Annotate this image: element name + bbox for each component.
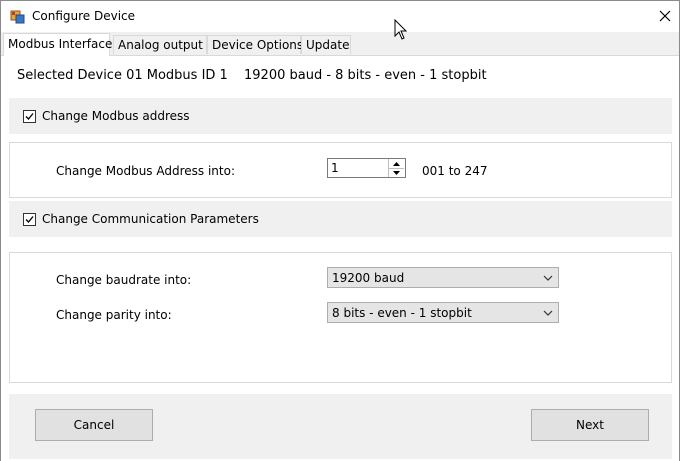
checkbox-check-icon [25,112,34,120]
baudrate-label: Change baudrate into: [56,273,192,287]
app-icon [10,10,25,24]
baudrate-value: 19200 baud [332,271,405,285]
selected-device-text: Selected Device 01 Modbus ID 1 [17,68,228,83]
spinner-buttons [388,159,405,177]
dropdown-arrow-icon [543,275,553,281]
change-address-checkbox[interactable] [23,109,36,123]
window-title: Configure Device [32,9,136,23]
spin-up-icon [393,161,400,166]
next-button[interactable]: Next [531,409,649,441]
change-address-checkbox-row[interactable]: Change Modbus address [23,109,190,123]
modbus-interface-panel: Selected Device 01 Modbus ID 1 19200 bau… [1,55,679,461]
cancel-button[interactable]: Cancel [35,409,153,441]
comm-section-header: Change Communication Parameters [9,201,672,237]
change-comm-checkbox-row[interactable]: Change Communication Parameters [23,212,259,226]
close-button[interactable] [651,3,679,29]
parity-select[interactable]: 8 bits - even - 1 stopbit [327,302,559,323]
parity-label: Change parity into: [56,308,172,322]
change-comm-label: Change Communication Parameters [42,212,259,226]
change-comm-checkbox[interactable] [23,212,36,226]
tab-strip: Modbus Interface Analog output Device Op… [1,33,679,56]
title-bar: Configure Device [1,1,679,32]
device-params-text: 19200 baud - 8 bits - even - 1 stopbit [244,68,487,83]
address-range-text: 001 to 247 [422,164,488,178]
tab-modbus-interface[interactable]: Modbus Interface [3,33,112,56]
dropdown-arrow-icon [543,310,553,316]
configure-device-window: Configure Device Modbus Interface Analog… [0,0,680,461]
spin-down-icon [393,170,400,175]
close-icon [659,10,671,22]
modbus-address-label: Change Modbus Address into: [56,164,235,178]
baudrate-select[interactable]: 19200 baud [327,267,559,288]
parity-value: 8 bits - even - 1 stopbit [332,306,472,320]
mouse-cursor-icon [394,19,408,40]
modbus-address-value[interactable]: 1 [331,161,339,175]
tab-analog-output[interactable]: Analog output [113,35,207,54]
checkbox-check-icon [25,215,34,223]
spin-down-button[interactable] [389,168,404,177]
tab-update[interactable]: Update [301,35,351,54]
tab-device-options[interactable]: Device Options [207,35,303,54]
change-address-label: Change Modbus address [42,109,190,123]
address-section-header: Change Modbus address [9,98,672,134]
modbus-address-spinner[interactable]: 1 [327,158,406,178]
